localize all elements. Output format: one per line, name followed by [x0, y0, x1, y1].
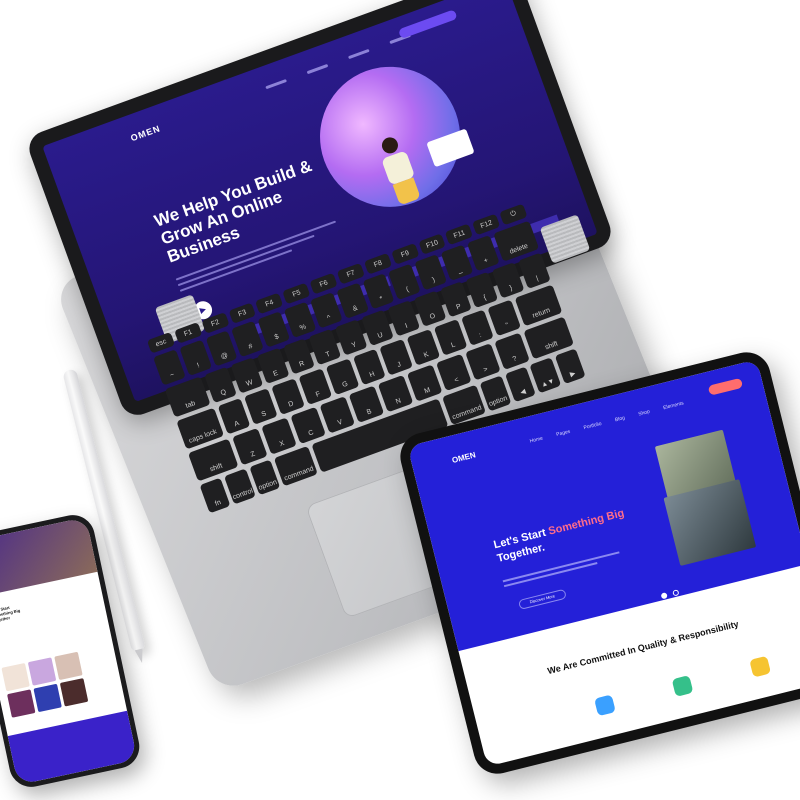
- key[interactable]: H: [352, 348, 387, 386]
- key[interactable]: L: [433, 319, 468, 356]
- section-title: We Are Committed In Quality & Responsibi…: [546, 618, 740, 677]
- feature-icon-green: [671, 675, 694, 697]
- site-logo[interactable]: OMEN: [129, 123, 162, 143]
- tablet-website-display: OMEN Home Pages Portfolio Blog Shop Elem…: [407, 359, 800, 767]
- key[interactable]: X: [261, 417, 297, 455]
- key[interactable]: B: [348, 385, 385, 423]
- key[interactable]: ": [487, 299, 522, 337]
- feature-icon-yellow: [749, 655, 772, 678]
- key[interactable]: O: [413, 290, 447, 327]
- key[interactable]: :: [460, 309, 495, 346]
- key[interactable]: F: [298, 368, 332, 406]
- key[interactable]: &: [336, 282, 369, 319]
- key[interactable]: K: [406, 328, 441, 366]
- key[interactable]: V: [319, 396, 356, 434]
- key[interactable]: N: [377, 374, 414, 413]
- key[interactable]: ^: [309, 292, 343, 329]
- key[interactable]: option: [479, 375, 512, 412]
- key[interactable]: !: [179, 339, 212, 377]
- key[interactable]: <: [435, 353, 472, 392]
- phone-hero: [0, 517, 98, 598]
- phone-footer: [7, 710, 138, 785]
- key[interactable]: J: [379, 338, 414, 376]
- header-cta-button[interactable]: [397, 9, 458, 40]
- key[interactable]: G: [325, 358, 360, 396]
- key[interactable]: I: [387, 300, 420, 337]
- phone-title: Lets Start Something Big Together: [0, 604, 21, 624]
- phone-portfolio-grid[interactable]: [1, 651, 89, 718]
- device-mockup-scene: OMEN We Help You Build & Grow An Online …: [0, 0, 800, 800]
- key[interactable]: ▲▼: [529, 357, 561, 394]
- key[interactable]: S: [244, 388, 278, 425]
- key[interactable]: D: [271, 378, 305, 415]
- key[interactable]: >: [465, 343, 501, 381]
- key[interactable]: W: [230, 357, 264, 394]
- key[interactable]: M: [406, 364, 443, 402]
- key[interactable]: E: [256, 347, 290, 385]
- key[interactable]: Z: [232, 427, 268, 466]
- key[interactable]: C: [290, 406, 327, 445]
- key[interactable]: +: [466, 235, 500, 272]
- feature-icon-blue: [594, 694, 616, 717]
- key[interactable]: command: [274, 445, 319, 487]
- key[interactable]: ?: [494, 332, 530, 370]
- key[interactable]: A: [217, 397, 251, 435]
